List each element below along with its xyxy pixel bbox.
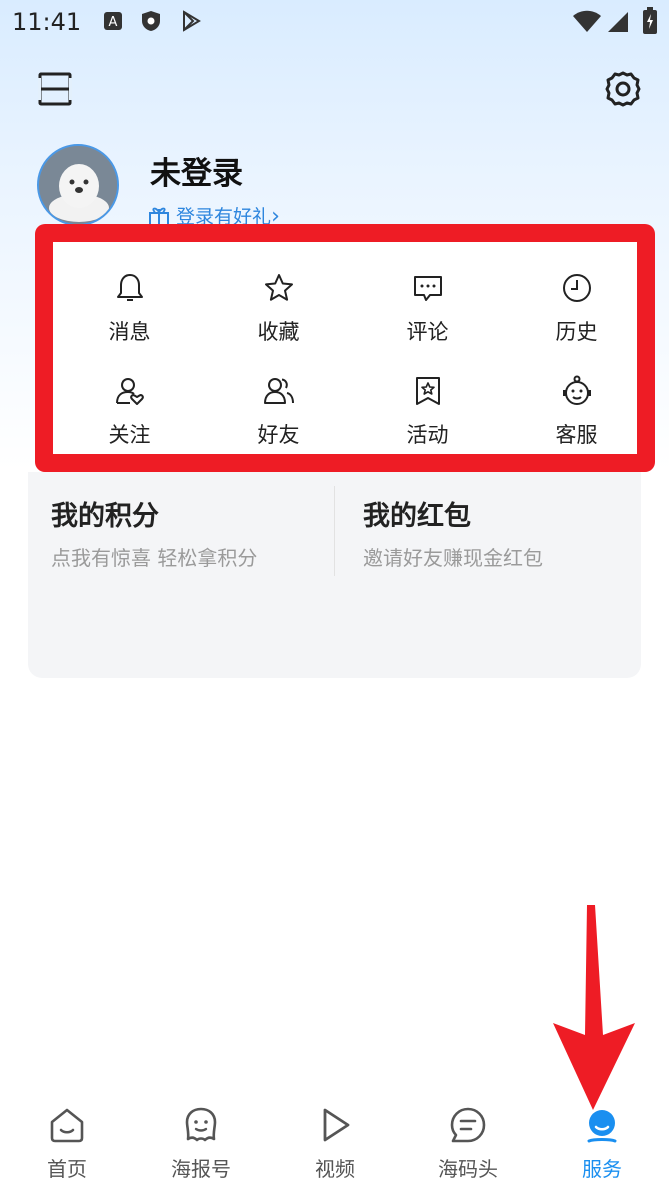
grid-label: 客服 [555, 423, 598, 447]
seal-avatar-icon [39, 146, 117, 224]
nav-video[interactable]: 视频 [268, 1100, 402, 1186]
my-red-packet-subtitle: 邀请好友赚现金红包 [363, 546, 543, 570]
nav-label: 首页 [47, 1157, 87, 1181]
nav-label: 视频 [315, 1157, 355, 1181]
grid-item-favorites[interactable]: 收藏 [204, 266, 353, 366]
grid-item-friends[interactable]: 好友 [204, 369, 353, 469]
grid-label: 评论 [406, 320, 449, 344]
my-red-packet-section[interactable]: 我的红包 邀请好友赚现金红包 [335, 472, 641, 612]
my-points-section[interactable]: 我的积分 点我有惊喜 轻松拿积分 [28, 472, 334, 612]
highlight-annotation-frame: 消息 收藏 评论 历史 关注 好友 活动 客服 [35, 224, 655, 472]
service-icon [562, 375, 591, 405]
grid-item-customer-service[interactable]: 客服 [502, 369, 651, 469]
signal-icon [608, 12, 628, 32]
nav-service[interactable]: 服务 [535, 1100, 669, 1186]
grid-item-following[interactable]: 关注 [55, 369, 204, 469]
my-points-title: 我的积分 [51, 501, 159, 532]
nav-label: 海码头 [438, 1157, 498, 1181]
wifi-icon [573, 10, 601, 32]
shield-icon [142, 11, 160, 31]
grid-label: 历史 [555, 320, 598, 344]
nav-label: 服务 [582, 1157, 622, 1181]
grid-label: 关注 [108, 423, 151, 447]
gift-icon [149, 207, 169, 226]
home-icon [50, 1108, 84, 1143]
grid-item-comments[interactable]: 评论 [353, 266, 502, 366]
bell-icon [116, 274, 143, 301]
clock-icon [562, 274, 591, 302]
comment-icon [413, 276, 442, 301]
annotation-arrow-icon [553, 905, 635, 1110]
login-status-title[interactable]: 未登录 [150, 148, 243, 193]
person-heart-icon [115, 378, 144, 405]
menu-icon[interactable] [38, 72, 72, 106]
a-badge-icon: A [104, 12, 122, 30]
avatar[interactable] [37, 144, 119, 226]
star-icon [264, 274, 293, 301]
grid-item-history[interactable]: 历史 [502, 266, 651, 366]
nav-poster[interactable]: 海报号 [134, 1100, 268, 1186]
nav-pier[interactable]: 海码头 [401, 1100, 535, 1186]
grid-item-activities[interactable]: 活动 [353, 369, 502, 469]
my-red-packet-title: 我的红包 [363, 501, 471, 532]
gear-icon[interactable] [604, 70, 642, 108]
status-time: 11:41 [12, 8, 82, 36]
chat-bubble-icon [450, 1107, 486, 1143]
grid-label: 好友 [257, 423, 300, 447]
service-person-icon [587, 1110, 617, 1143]
grid-item-messages[interactable]: 消息 [55, 266, 204, 366]
ghost-icon [185, 1107, 217, 1142]
nav-home[interactable]: 首页 [0, 1100, 134, 1186]
play-store-icon [183, 10, 201, 32]
grid-label: 活动 [406, 423, 449, 447]
svg-text:A: A [109, 15, 118, 30]
battery-icon [643, 7, 657, 34]
play-icon [323, 1108, 350, 1142]
grid-label: 消息 [108, 320, 151, 344]
my-points-subtitle: 点我有惊喜 轻松拿积分 [51, 546, 258, 570]
nav-label: 海报号 [171, 1157, 231, 1181]
rewards-card: 我的积分 点我有惊喜 轻松拿积分 我的红包 邀请好友赚现金红包 [28, 472, 641, 678]
grid-label: 收藏 [257, 320, 300, 344]
friends-icon [263, 378, 294, 404]
bookmark-star-icon [415, 377, 440, 405]
